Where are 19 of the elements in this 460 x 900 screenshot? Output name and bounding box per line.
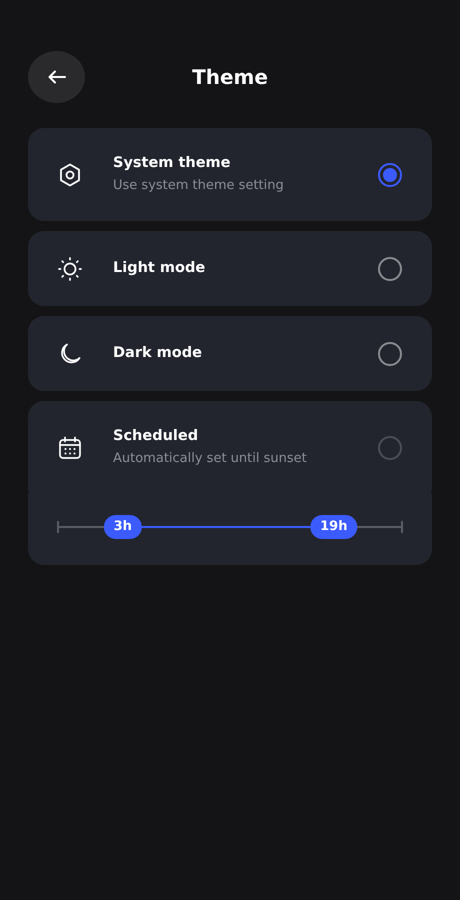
page-title: Theme xyxy=(191,64,269,91)
slider-thumb[interactable]: 3h xyxy=(104,515,142,539)
radio-button[interactable] xyxy=(378,256,402,280)
theme-option-card[interactable]: System theme Use system theme setting xyxy=(28,128,432,221)
sun-icon xyxy=(57,256,83,282)
radio-button[interactable] xyxy=(378,162,402,186)
theme-option-card[interactable]: Light mode xyxy=(28,231,432,306)
option-title: Scheduled xyxy=(113,426,200,446)
option-description: Use system theme setting xyxy=(113,176,285,195)
theme-option-card[interactable]: Dark mode xyxy=(28,316,432,391)
back-arrow-icon xyxy=(48,70,66,84)
option-description: Automatically set until sunset xyxy=(113,450,308,468)
radio-button[interactable] xyxy=(378,342,402,366)
option-title: Light mode xyxy=(113,259,206,278)
option-title: System theme xyxy=(113,154,232,173)
slider-thumb[interactable]: 19h xyxy=(310,515,358,539)
calendar-icon xyxy=(57,434,83,460)
option-title: Dark mode xyxy=(113,344,203,363)
hexagon-icon xyxy=(57,162,83,188)
